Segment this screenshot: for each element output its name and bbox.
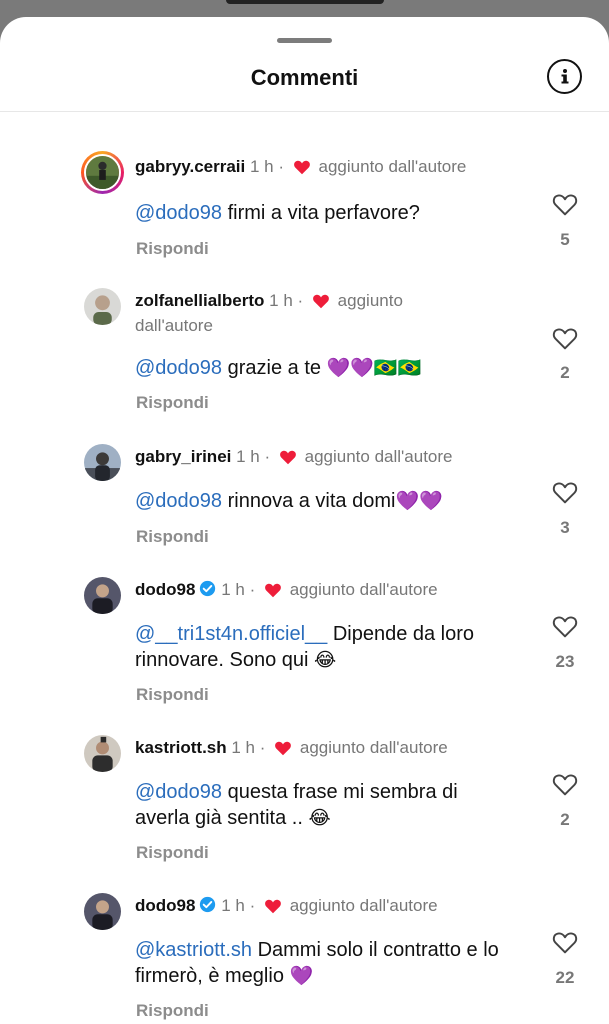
meta-separator: ·	[249, 580, 256, 599]
comment-body: grazie a te	[222, 357, 327, 379]
comment-text: @kastriott.sh Dammi solo il contratto e …	[135, 937, 530, 989]
mention-link[interactable]: @__tri1st4n.officiel__	[135, 623, 327, 645]
heart-filled-icon	[264, 898, 282, 920]
verified-badge-icon	[199, 580, 216, 603]
comment-meta: gabryy.cerraii 1 h · aggiunto dall'autor…	[135, 156, 535, 181]
sheet-grabber[interactable]	[277, 38, 332, 43]
heart-outline-icon[interactable]	[552, 326, 578, 350]
verified-badge-icon	[199, 896, 216, 919]
heart-filled-icon	[264, 582, 282, 604]
comments-sheet: Commenti gabryy.cerraii 1 h · aggiunto d…	[0, 17, 609, 1024]
meta-separator: ·	[249, 896, 256, 915]
mention-link[interactable]: @dodo98	[135, 781, 222, 803]
author-liked-badge: aggiunto dall'autore	[299, 738, 448, 757]
comment-username[interactable]: gabryy.cerraii	[135, 157, 245, 176]
avatar[interactable]	[84, 444, 121, 481]
avatar[interactable]	[81, 151, 124, 194]
emoji-text: 💜	[289, 965, 314, 987]
comment-body: firmi a vita perfavore?	[222, 202, 420, 224]
emoji-text: 😂	[308, 807, 331, 829]
author-liked-badge: aggiunto dall'autore	[289, 896, 438, 915]
heart-filled-icon	[312, 293, 330, 315]
info-icon[interactable]	[547, 59, 582, 94]
comment-username[interactable]: dodo98	[135, 580, 195, 599]
heart-outline-icon[interactable]	[552, 930, 578, 954]
meta-separator: ·	[259, 738, 266, 757]
comment-username[interactable]: gabry_irinei	[135, 447, 231, 466]
author-liked-badge: aggiunto dall'autore	[318, 157, 467, 176]
info-glyph	[561, 68, 568, 83]
page-title: Commenti	[250, 65, 359, 90]
reply-button[interactable]: Rispondi	[136, 393, 209, 413]
avatar[interactable]	[84, 577, 121, 614]
reply-button[interactable]: Rispondi	[136, 843, 209, 863]
comment-text: @__tri1st4n.officiel__ Dipende da loro r…	[135, 621, 530, 673]
author-liked-badge: aggiunto	[337, 291, 403, 310]
emoji-text: 💜💜	[395, 490, 443, 512]
comment-body: rinnova a vita domi	[222, 490, 396, 512]
heart-filled-icon	[274, 740, 292, 762]
meta-separator: ·	[278, 157, 285, 176]
mention-link[interactable]: @kastriott.sh	[135, 939, 252, 961]
heart-outline-icon[interactable]	[552, 192, 578, 216]
comment-time: 1 h	[236, 447, 260, 466]
heart-filled-icon	[293, 159, 311, 181]
heart-outline-icon[interactable]	[552, 772, 578, 796]
comment-username[interactable]: zolfanellialberto	[135, 291, 264, 310]
like-count: 23	[555, 652, 575, 671]
comment-username[interactable]: kastriott.sh	[135, 738, 227, 757]
like-count: 2	[560, 363, 570, 382]
author-liked-badge-continued: dall'autore	[135, 316, 213, 335]
comment-time: 1 h	[231, 738, 256, 757]
meta-separator: ·	[264, 447, 271, 466]
comment-text: @dodo98 firmi a vita perfavore?	[135, 200, 535, 226]
reply-button[interactable]: Rispondi	[136, 685, 209, 705]
like-count: 22	[555, 968, 575, 987]
status-bar-notch	[226, 0, 384, 4]
mention-link[interactable]: @dodo98	[135, 490, 222, 512]
like-count: 3	[560, 518, 570, 537]
reply-button[interactable]: Rispondi	[136, 1001, 209, 1021]
author-liked-badge: aggiunto dall'autore	[304, 447, 453, 466]
mention-link[interactable]: @dodo98	[135, 357, 222, 379]
emoji-text: 💜💜🇧🇷🇧🇷	[326, 357, 422, 379]
comment-text: @dodo98 grazie a te 💜💜🇧🇷🇧🇷	[135, 355, 535, 381]
comment-text: @dodo98 rinnova a vita domi💜💜	[135, 488, 535, 514]
reply-button[interactable]: Rispondi	[136, 239, 209, 259]
comment-meta: kastriott.sh 1 h · aggiunto dall'autore	[135, 737, 535, 762]
emoji-text: 😂	[314, 649, 337, 671]
author-liked-badge: aggiunto dall'autore	[289, 580, 438, 599]
comment-meta: dodo98 1 h · aggiunto dall'autore	[135, 895, 535, 920]
comment-meta: dodo98 1 h · aggiunto dall'autore	[135, 579, 535, 604]
comment-time: 1 h	[250, 157, 274, 176]
comment-meta: gabry_irinei 1 h · aggiunto dall'autore	[135, 446, 535, 471]
header-divider	[0, 111, 609, 112]
comment-time: 1 h	[221, 896, 245, 915]
reply-button[interactable]: Rispondi	[136, 527, 209, 547]
comment-meta: zolfanellialberto 1 h · aggiunto dall'au…	[135, 290, 535, 337]
avatar[interactable]	[84, 893, 121, 930]
comment-time: 1 h	[269, 291, 293, 310]
comment-time: 1 h	[221, 580, 245, 599]
like-count: 2	[560, 810, 570, 829]
avatar[interactable]	[84, 288, 121, 325]
comment-username[interactable]: dodo98	[135, 896, 195, 915]
avatar[interactable]	[84, 735, 121, 772]
heart-outline-icon[interactable]	[552, 480, 578, 504]
comment-text: @dodo98 questa frase mi sembra di averla…	[135, 779, 515, 831]
mention-link[interactable]: @dodo98	[135, 202, 222, 224]
heart-outline-icon[interactable]	[552, 614, 578, 638]
like-count: 5	[560, 230, 570, 249]
heart-filled-icon	[279, 449, 297, 471]
meta-separator: ·	[297, 291, 304, 310]
